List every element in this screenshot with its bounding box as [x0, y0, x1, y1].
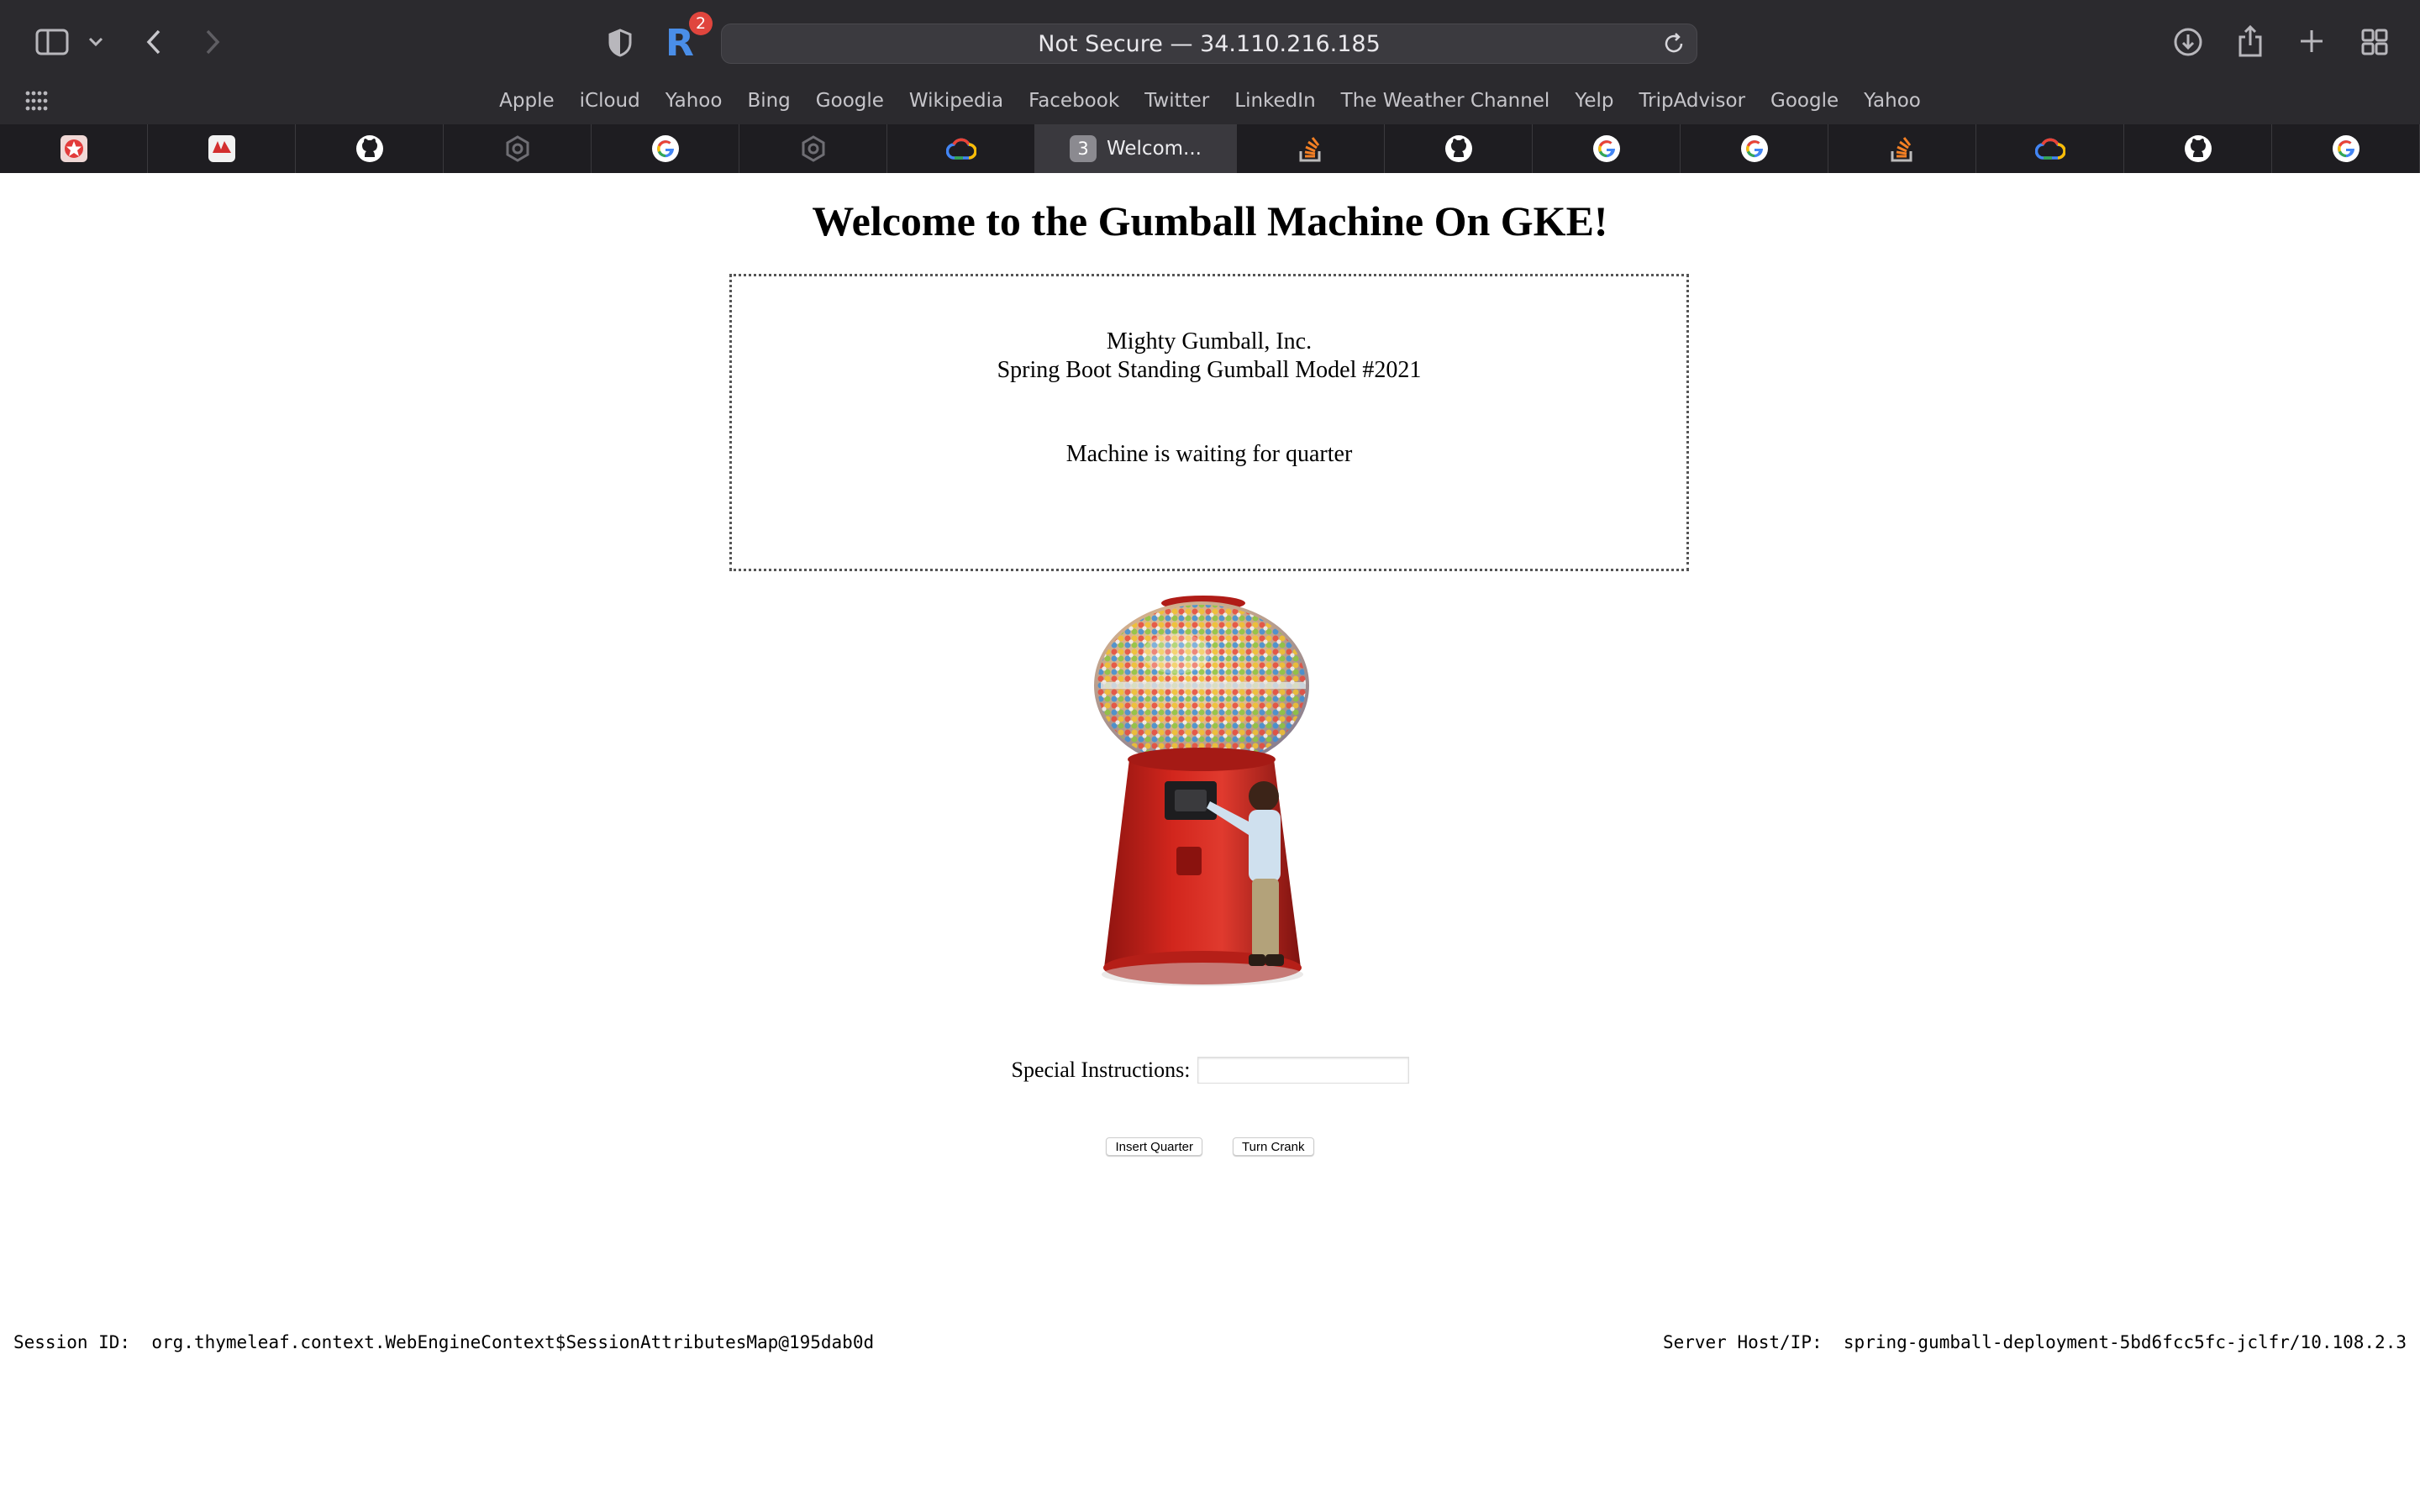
tab-title: Welcom...: [1107, 138, 1202, 160]
new-tab-icon[interactable]: [2297, 27, 2326, 55]
special-instructions-label: Special Instructions:: [1011, 1058, 1191, 1082]
favorite-linkedin[interactable]: LinkedIn: [1222, 87, 1328, 121]
tab[interactable]: [296, 124, 444, 173]
google-icon: [2331, 134, 2361, 164]
google-cloud-icon: [2034, 134, 2065, 164]
page-title: Welcome to the Gumball Machine On GKE!: [812, 197, 1608, 244]
browser-chrome: R 2 Not Secure — 34.110.216.185 Apple iC…: [0, 0, 2420, 173]
session-label: Session ID:: [13, 1332, 131, 1352]
tab-overview-icon[interactable]: [2360, 27, 2390, 57]
downloads-icon[interactable]: [2171, 25, 2205, 59]
tab[interactable]: [1681, 124, 1828, 173]
favorite-yahoo-2[interactable]: Yahoo: [1851, 87, 1933, 121]
chevron-down-icon[interactable]: [86, 32, 106, 52]
favorite-wikipedia[interactable]: Wikipedia: [897, 87, 1016, 121]
address-bar[interactable]: Not Secure — 34.110.216.185: [721, 24, 1697, 64]
favorite-icloud[interactable]: iCloud: [567, 87, 653, 121]
machine-model: Spring Boot Standing Gumball Model #2021: [997, 357, 1422, 383]
github-icon: [1444, 134, 1474, 164]
github-icon: [355, 134, 385, 164]
favorite-google-2[interactable]: Google: [1758, 87, 1851, 121]
server-value: spring-gumball-deployment-5bd6fcc5fc-jcl…: [1843, 1332, 2407, 1352]
gumball-machine-image: [1084, 595, 1324, 990]
insert-quarter-button[interactable]: Insert Quarter: [1106, 1137, 1203, 1156]
hexagon-icon: [502, 134, 533, 164]
stackoverflow-icon: [1296, 134, 1326, 164]
page-content: Welcome to the Gumball Machine On GKE! M…: [0, 173, 2420, 1512]
stackoverflow-icon: [1887, 134, 1918, 164]
tab[interactable]: [444, 124, 592, 173]
back-icon[interactable]: [139, 25, 168, 59]
red-star-icon: [59, 134, 89, 164]
special-instructions-input[interactable]: [1197, 1057, 1409, 1084]
special-instructions-row: Special Instructions:: [0, 1057, 2420, 1084]
turn-crank-button[interactable]: Turn Crank: [1233, 1137, 1314, 1156]
tab-number-icon: 3: [1070, 135, 1097, 162]
favorite-google[interactable]: Google: [803, 87, 897, 121]
tab[interactable]: [1533, 124, 1681, 173]
google-cloud-icon: [945, 134, 976, 164]
session-value: org.thymeleaf.context.WebEngineContext$S…: [151, 1332, 875, 1352]
company-name: Mighty Gumball, Inc.: [1106, 328, 1313, 354]
privacy-shield-icon[interactable]: [605, 27, 635, 59]
server-info: Server Host/IP: spring-gumball-deploymen…: [1663, 1332, 2407, 1352]
hexagon-icon: [798, 134, 829, 164]
favorite-yelp[interactable]: Yelp: [1562, 87, 1626, 121]
tab[interactable]: [739, 124, 887, 173]
tab[interactable]: [1828, 124, 1976, 173]
machine-message-box: Mighty Gumball, Inc. Spring Boot Standin…: [729, 274, 1689, 571]
favorites-bar: Apple iCloud Yahoo Bing Google Wikipedia…: [0, 87, 2420, 121]
google-icon: [1591, 134, 1622, 164]
extension-badge: 2: [689, 12, 713, 35]
browser-toolbar: R 2 Not Secure — 34.110.216.185: [0, 0, 2420, 87]
tab-active[interactable]: 3 Welcom...: [1035, 124, 1237, 173]
google-icon: [650, 134, 681, 164]
tab[interactable]: [887, 124, 1035, 173]
session-info: Session ID: org.thymeleaf.context.WebEng…: [13, 1332, 874, 1352]
tab[interactable]: [148, 124, 296, 173]
favorite-facebook[interactable]: Facebook: [1016, 87, 1132, 121]
reload-icon[interactable]: [1661, 31, 1686, 62]
favorite-twitter[interactable]: Twitter: [1132, 87, 1222, 121]
tab[interactable]: [2272, 124, 2420, 173]
favorite-apple[interactable]: Apple: [487, 87, 566, 121]
action-buttons: Insert Quarter Turn Crank: [0, 1137, 2420, 1156]
tab[interactable]: [0, 124, 148, 173]
machine-state: Machine is waiting for quarter: [1065, 441, 1353, 467]
tab[interactable]: [1385, 124, 1533, 173]
tab[interactable]: [592, 124, 739, 173]
tab-strip: 3 Welcom...: [0, 124, 2420, 173]
red-logo-icon: [207, 134, 237, 164]
server-label: Server Host/IP:: [1662, 1332, 1823, 1352]
tab[interactable]: [1237, 124, 1385, 173]
favorite-bing[interactable]: Bing: [734, 87, 802, 121]
sidebar-toggle-icon[interactable]: [34, 27, 71, 57]
tab[interactable]: [2124, 124, 2272, 173]
favorite-yahoo[interactable]: Yahoo: [653, 87, 735, 121]
forward-icon[interactable]: [198, 25, 227, 59]
tab[interactable]: [1976, 124, 2124, 173]
github-icon: [2183, 134, 2213, 164]
favorite-weather-channel[interactable]: The Weather Channel: [1328, 87, 1563, 121]
favorite-tripadvisor[interactable]: TripAdvisor: [1626, 87, 1758, 121]
google-icon: [1739, 134, 1770, 164]
address-text: Not Secure — 34.110.216.185: [1038, 30, 1381, 57]
share-icon[interactable]: [2235, 24, 2265, 59]
